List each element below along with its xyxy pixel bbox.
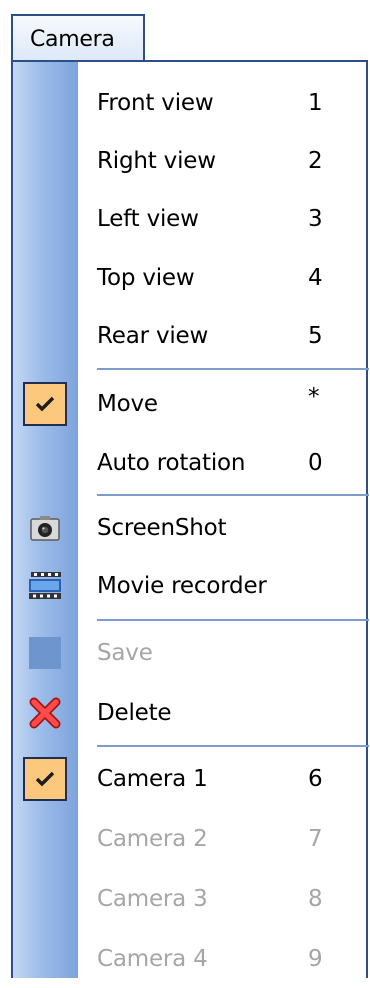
menu-item-label: Rear view (97, 323, 209, 349)
menu-item-left-view[interactable]: Left view 3 (13, 190, 368, 248)
menu-item-move[interactable]: Move * (13, 375, 368, 433)
check-indicator (20, 754, 70, 804)
menu-item-shortcut: 0 (308, 450, 323, 476)
menu-item-camera-3: Camera 3 8 (13, 870, 368, 928)
film-icon (20, 561, 70, 611)
menu-item-shortcut: 1 (308, 90, 323, 116)
menu-item-shortcut: 6 (308, 766, 323, 792)
menu-separator (97, 368, 369, 370)
checkmark-icon (23, 757, 67, 801)
menu-separator (97, 494, 369, 496)
menu-item-save: Save (13, 624, 368, 682)
menu-item-label: Front view (97, 90, 214, 116)
check-indicator (20, 379, 70, 429)
camera-menu-tab[interactable]: Camera (11, 14, 145, 62)
menu-item-top-view[interactable]: Top view 4 (13, 249, 368, 307)
menu-item-label: Camera 1 (97, 766, 208, 792)
menu-item-auto-rotation[interactable]: Auto rotation 0 (13, 434, 368, 492)
menu-item-shortcut: 7 (308, 826, 323, 852)
menu-item-label: Right view (97, 148, 216, 174)
menu-item-label: Save (97, 640, 153, 666)
menu-item-label: Movie recorder (97, 573, 267, 599)
menu-item-label: Top view (97, 265, 195, 291)
menu-item-shortcut: 2 (308, 148, 323, 174)
menu-item-front-view[interactable]: Front view 1 (13, 74, 368, 132)
menu-item-label: Move (97, 391, 158, 417)
menu-item-screenshot[interactable]: ScreenShot (13, 499, 368, 557)
menu-item-camera-1[interactable]: Camera 1 6 (13, 750, 368, 808)
menu-item-camera-4: Camera 4 9 (13, 930, 368, 988)
camera-icon (20, 503, 70, 553)
menu-item-label: Auto rotation (97, 450, 246, 476)
menu-item-delete[interactable]: Delete (13, 684, 368, 742)
menu-item-shortcut: 3 (308, 206, 323, 232)
menu-separator (97, 619, 369, 621)
menu-item-label: Camera 3 (97, 886, 208, 912)
menu-item-label: Camera 2 (97, 826, 208, 852)
menu-item-shortcut: 8 (308, 886, 323, 912)
menu-separator (97, 745, 369, 747)
menu-item-shortcut: 5 (308, 323, 323, 349)
menu-item-camera-2: Camera 2 7 (13, 810, 368, 868)
menu-item-label: Camera 4 (97, 946, 208, 972)
menu-item-movie-recorder[interactable]: Movie recorder (13, 557, 368, 615)
menu-item-shortcut: 4 (308, 265, 323, 291)
menu-item-label: Left view (97, 206, 199, 232)
checkmark-icon (23, 382, 67, 426)
save-icon (20, 628, 70, 678)
menu-item-label: Delete (97, 700, 172, 726)
camera-menu-title: Camera (30, 26, 115, 52)
menu-item-label: ScreenShot (97, 515, 227, 541)
menu-item-shortcut: * (308, 384, 320, 410)
camera-dropdown-menu: Front view 1 Right view 2 Left view 3 To… (11, 60, 369, 978)
menu-item-shortcut: 9 (308, 946, 323, 972)
delete-icon (20, 688, 70, 738)
menu-item-right-view[interactable]: Right view 2 (13, 132, 368, 190)
menu-item-rear-view[interactable]: Rear view 5 (13, 307, 368, 365)
